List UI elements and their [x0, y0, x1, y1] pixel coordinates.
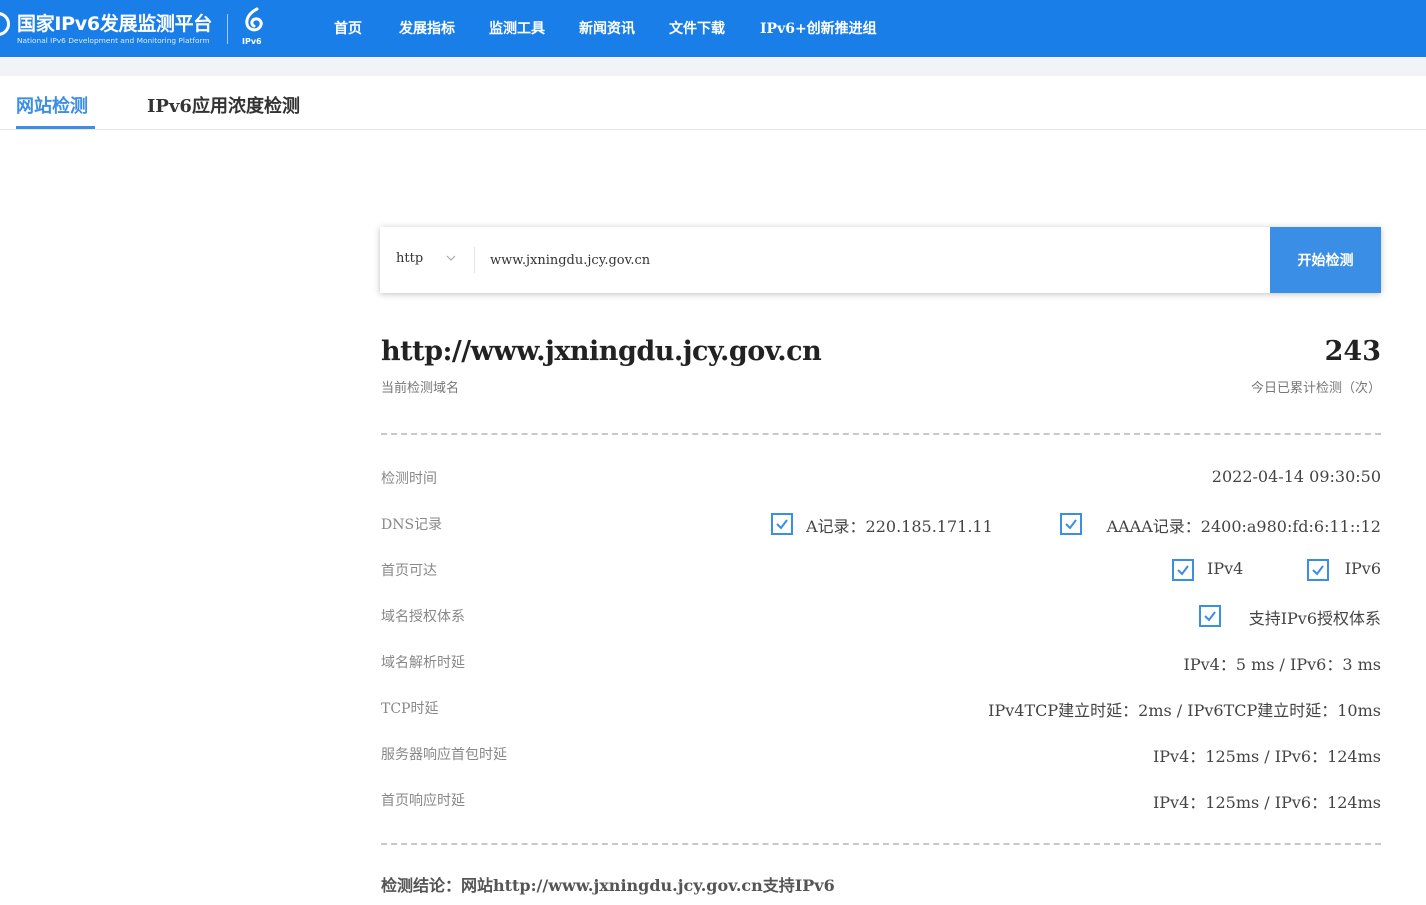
chevron-down-icon: [446, 255, 456, 261]
select-divider: [474, 247, 475, 273]
tab-website-check[interactable]: 网站检测: [16, 92, 88, 118]
homepage-reachable-label: 首页可达: [381, 563, 437, 579]
check-time-label: 检测时间: [381, 471, 437, 487]
dns-aaaa-record: AAAA记录：2400:a980:fd:6:11::12: [1106, 517, 1381, 536]
nav-home[interactable]: 首页: [334, 18, 362, 38]
protocol-select[interactable]: http: [380, 227, 474, 293]
nav-indicators[interactable]: 发展指标: [399, 18, 455, 38]
tab-ipv6-app-density[interactable]: IPv6应用浓度检测: [147, 92, 300, 118]
nav-news[interactable]: 新闻资讯: [579, 18, 635, 38]
logo-subtitle: National IPv6 Development and Monitoring…: [17, 36, 210, 45]
url-input[interactable]: [490, 245, 1260, 275]
logo-icon: [0, 12, 10, 36]
check-time-value: 2022-04-14 09:30:50: [1211, 467, 1381, 486]
today-check-count-caption: 今日已累计检测（次）: [1250, 381, 1381, 396]
dns-resolve-latency-value: IPv4：5 ms / IPv6：3 ms: [1183, 655, 1381, 674]
domain-auth-value: 支持IPv6授权体系: [1248, 609, 1381, 628]
nav-ipv6-plus[interactable]: IPv6+创新推进组: [760, 18, 877, 38]
nav-downloads[interactable]: 文件下载: [669, 18, 725, 38]
tcp-latency-label: TCP时延: [381, 701, 439, 717]
ipv6-logo-icon: [245, 7, 263, 32]
header-spacer: [0, 57, 1426, 76]
homepage-response-value: IPv4：125ms / IPv6：124ms: [1152, 793, 1381, 812]
homepage-ipv6: IPv6: [1344, 559, 1381, 578]
homepage-ipv4: IPv4: [1207, 559, 1244, 578]
tcp-latency-value: IPv4TCP建立时延：2ms / IPv6TCP建立时延：10ms: [988, 701, 1381, 720]
domain-auth-label: 域名授权体系: [381, 609, 465, 625]
check-icon: [1199, 605, 1221, 627]
homepage-response-label: 首页响应时延: [381, 793, 465, 809]
check-conclusion: 检测结论：网站http://www.jxningdu.jcy.gov.cn支持I…: [381, 876, 835, 895]
divider-bottom: [381, 843, 1381, 845]
dns-label: DNS记录: [381, 517, 443, 533]
check-icon: [1060, 513, 1082, 535]
protocol-value: http: [396, 251, 424, 266]
server-first-packet-label: 服务器响应首包时延: [381, 747, 507, 763]
search-bar: http 开始检测: [380, 227, 1381, 293]
check-icon: [771, 513, 793, 535]
server-first-packet-value: IPv4：125ms / IPv6：124ms: [1152, 747, 1381, 766]
divider-top: [381, 433, 1381, 435]
dns-a-record: A记录：220.185.171.11: [806, 517, 993, 536]
ipv6-logo-label: IPv6: [242, 37, 262, 46]
top-header: 国家IPv6发展监测平台 National IPv6 Development a…: [0, 0, 1426, 57]
check-icon: [1172, 559, 1194, 581]
nav-monitor-tools[interactable]: 监测工具: [489, 18, 545, 38]
logo-title[interactable]: 国家IPv6发展监测平台: [17, 9, 212, 36]
logo-divider: [227, 14, 228, 44]
start-check-button[interactable]: 开始检测: [1270, 227, 1381, 293]
tabs-divider: [0, 129, 1426, 130]
check-icon: [1307, 559, 1329, 581]
dns-resolve-latency-label: 域名解析时延: [381, 655, 465, 671]
checked-domain-caption: 当前检测域名: [381, 381, 460, 396]
today-check-count: 243: [1324, 336, 1381, 367]
checked-domain: http://www.jxningdu.jcy.gov.cn: [381, 336, 822, 367]
